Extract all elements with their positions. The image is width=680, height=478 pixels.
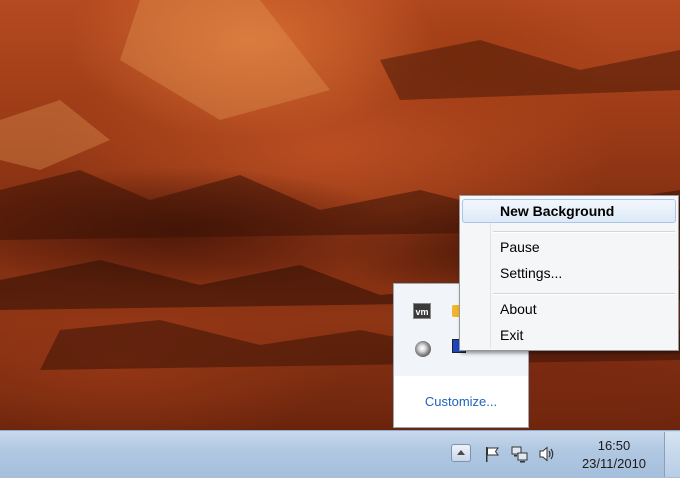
network-icon[interactable]	[511, 445, 529, 463]
show-desktop-button[interactable]	[664, 432, 680, 477]
taskbar: 16:50 23/11/2010	[0, 430, 680, 478]
context-menu: New Background Pause Settings... About E…	[459, 195, 679, 351]
menu-separator	[493, 293, 675, 295]
clock-time: 16:50	[597, 438, 631, 453]
menu-item-pause[interactable]: Pause	[462, 235, 676, 259]
customize-link[interactable]: Customize...	[394, 394, 528, 409]
menu-separator	[493, 231, 675, 233]
menu-item-settings[interactable]: Settings...	[462, 261, 676, 285]
menu-item-new-background[interactable]: New Background	[462, 199, 676, 223]
disc-icon[interactable]	[415, 341, 431, 357]
vmware-icon[interactable]: vm	[413, 303, 431, 319]
taskbar-clock[interactable]: 16:50 23/11/2010	[572, 437, 656, 473]
show-hidden-icons-button[interactable]	[451, 444, 471, 462]
menu-item-exit[interactable]: Exit	[462, 323, 676, 347]
volume-icon[interactable]	[538, 445, 556, 463]
action-center-flag-icon[interactable]	[483, 445, 501, 463]
menu-item-about[interactable]: About	[462, 297, 676, 321]
clock-date: 23/11/2010	[581, 456, 647, 471]
